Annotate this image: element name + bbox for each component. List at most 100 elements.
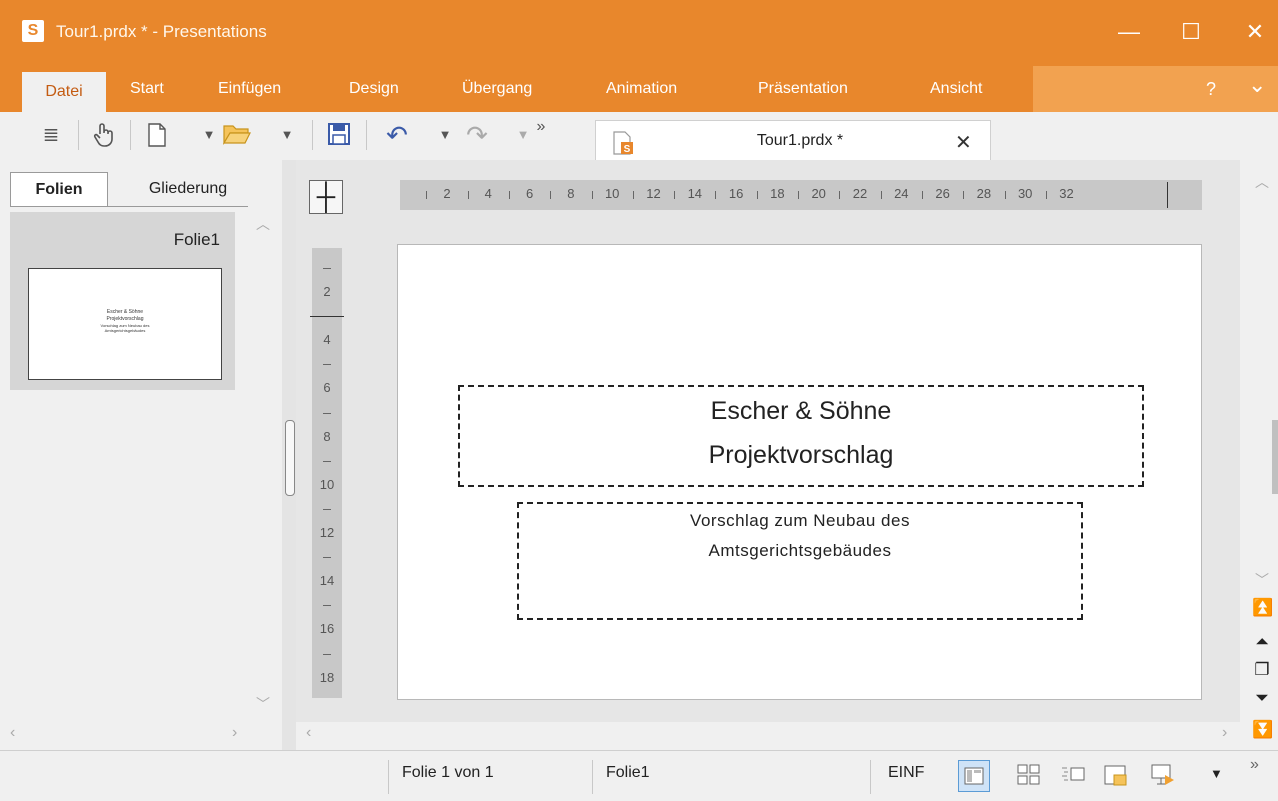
splitter-grip[interactable] xyxy=(285,420,295,496)
status-overflow-icon[interactable]: » xyxy=(1250,756,1259,774)
ruler-indent-marker[interactable] xyxy=(310,316,344,317)
status-insert-mode[interactable]: EINF xyxy=(888,764,924,782)
scrollbar-thumb[interactable] xyxy=(1272,420,1278,494)
tab-gliederung[interactable]: Gliederung xyxy=(118,172,258,206)
status-slide-count: Folie 1 von 1 xyxy=(402,764,494,781)
ruler-label: 10 xyxy=(319,476,335,492)
app-icon[interactable]: S xyxy=(22,20,44,42)
menu-ansicht[interactable]: Ansicht xyxy=(930,66,982,112)
open-folder-icon[interactable] xyxy=(222,122,251,148)
ruler-tick xyxy=(591,191,593,199)
ruler-label: 18 xyxy=(770,186,785,201)
scroll-up-icon[interactable]: ︿ xyxy=(1252,172,1272,192)
ruler-tick xyxy=(508,191,510,199)
menu-animation[interactable]: Animation xyxy=(606,66,677,112)
ruler-tick xyxy=(323,508,331,510)
maximize-button[interactable]: ☐ xyxy=(1168,14,1214,50)
close-button[interactable]: ✕ xyxy=(1232,14,1278,50)
open-dropdown-icon[interactable]: ▼ xyxy=(274,122,300,148)
next-slide-icon[interactable]: ⏷ xyxy=(1252,688,1272,708)
previous-slide-icon[interactable]: ⏶ xyxy=(1252,632,1272,652)
first-slide-icon[interactable]: ⏫ xyxy=(1252,598,1273,618)
redo-icon[interactable]: ↷ xyxy=(464,122,490,148)
slide-title-line: Projektvorschlag xyxy=(708,441,894,469)
status-slide-name: Folie1 xyxy=(606,764,650,781)
outline-view-icon[interactable] xyxy=(1058,760,1088,790)
ruler-tick xyxy=(963,191,965,199)
scroll-down-icon[interactable]: ﹀ xyxy=(1252,570,1272,590)
notes-view-icon[interactable] xyxy=(1100,760,1130,790)
ruler-indent-marker[interactable] xyxy=(1167,182,1168,208)
ruler-tick xyxy=(323,653,331,655)
scroll-down-icon[interactable]: ﹀ xyxy=(256,694,270,714)
ruler-tick xyxy=(1045,191,1047,199)
ruler-label: 20 xyxy=(811,186,826,201)
minimize-button[interactable]: — xyxy=(1106,14,1152,50)
slide-subtitle-line: Amtsgerichtsgebäudes xyxy=(708,541,892,560)
ruler-label: 6 xyxy=(525,186,534,201)
start-presentation-icon[interactable] xyxy=(1148,760,1178,790)
last-slide-icon[interactable]: ⏬ xyxy=(1252,720,1273,740)
ruler-tick xyxy=(715,191,717,199)
new-dropdown-icon[interactable]: ▼ xyxy=(196,122,222,148)
ruler-tick xyxy=(921,191,923,199)
menu-einfuegen[interactable]: Einfügen xyxy=(218,66,281,112)
ruler-label: 16 xyxy=(319,621,335,637)
scroll-up-icon[interactable]: ︿ xyxy=(256,214,270,234)
slide-view-icon[interactable]: ❐ xyxy=(1252,660,1272,680)
status-separator xyxy=(870,760,871,794)
scroll-left-icon[interactable]: ‹ xyxy=(10,724,15,742)
document-tab-close-button[interactable]: ✕ xyxy=(955,130,972,155)
ruler-tick xyxy=(323,412,331,414)
ruler-tick xyxy=(674,191,676,199)
help-button[interactable]: ? xyxy=(1206,66,1216,112)
ruler-label: 8 xyxy=(567,186,575,201)
ruler-label: 28 xyxy=(976,186,992,201)
ruler-label: 22 xyxy=(852,186,868,201)
slide-sorter-icon[interactable] xyxy=(1014,760,1044,790)
menu-start[interactable]: Start xyxy=(130,66,164,112)
undo-dropdown-icon[interactable]: ▼ xyxy=(432,122,458,148)
scroll-left-icon[interactable]: ‹ xyxy=(306,724,311,742)
scroll-right-icon[interactable]: › xyxy=(1222,724,1227,742)
ruler-tick xyxy=(426,191,428,199)
slides-horizontal-scrollbar[interactable] xyxy=(0,722,282,750)
svg-text:S: S xyxy=(624,144,631,155)
horizontal-ruler[interactable]: 2 4 6 8 10 12 14 16 18 20 22 24 26 28 30 32 xyxy=(400,180,1202,210)
tab-folien[interactable]: Folien xyxy=(10,172,108,207)
menu-uebergang[interactable]: Übergang xyxy=(462,66,532,112)
slide-title-line: Escher & Söhne xyxy=(710,397,892,425)
slides-vertical-scrollbar[interactable] xyxy=(248,212,280,750)
normal-view-icon[interactable] xyxy=(958,760,990,792)
overflow-icon[interactable]: » xyxy=(528,114,554,140)
menu-design[interactable]: Design xyxy=(349,66,399,112)
save-icon[interactable] xyxy=(326,122,352,148)
presentation-dropdown-icon[interactable]: ▼ xyxy=(1210,766,1223,781)
toolbar-separator xyxy=(312,120,313,150)
ruler-label: 4 xyxy=(323,332,331,348)
toolbar-separator xyxy=(78,120,79,150)
slide-thumbnail[interactable]: Escher & Söhne Projektvorschlag Vorschla… xyxy=(28,268,222,380)
touch-hand-icon[interactable] xyxy=(90,122,116,148)
scroll-right-icon[interactable]: › xyxy=(232,724,237,742)
slide-subtitle-line: Vorschlag zum Neubau des xyxy=(690,511,910,530)
ruler-tick xyxy=(323,267,331,269)
ruler-tick xyxy=(323,557,331,559)
thumb-title-line: Escher & Söhne xyxy=(106,309,144,315)
ruler-tick xyxy=(839,191,841,199)
ruler-tick xyxy=(467,191,469,199)
menu-praesentation[interactable]: Präsentation xyxy=(758,66,848,112)
tab-underline xyxy=(10,206,248,207)
ruler-label: 2 xyxy=(443,186,451,201)
toolbar-separator xyxy=(366,120,367,150)
hamburger-icon[interactable]: ≣ xyxy=(38,122,64,148)
undo-icon[interactable]: ↶ xyxy=(384,122,410,148)
ruler-label: 10 xyxy=(604,186,620,201)
menu-datei[interactable]: Datei xyxy=(22,72,106,112)
new-document-icon[interactable] xyxy=(144,122,170,148)
editor-horizontal-scrollbar[interactable] xyxy=(296,722,1240,750)
ruler-crosshair-icon[interactable]: ┼ xyxy=(309,180,343,214)
ruler-label: 16 xyxy=(728,186,744,201)
ribbon-collapse-button[interactable]: ⌄ xyxy=(1248,62,1266,108)
ruler-label: 24 xyxy=(894,186,909,201)
